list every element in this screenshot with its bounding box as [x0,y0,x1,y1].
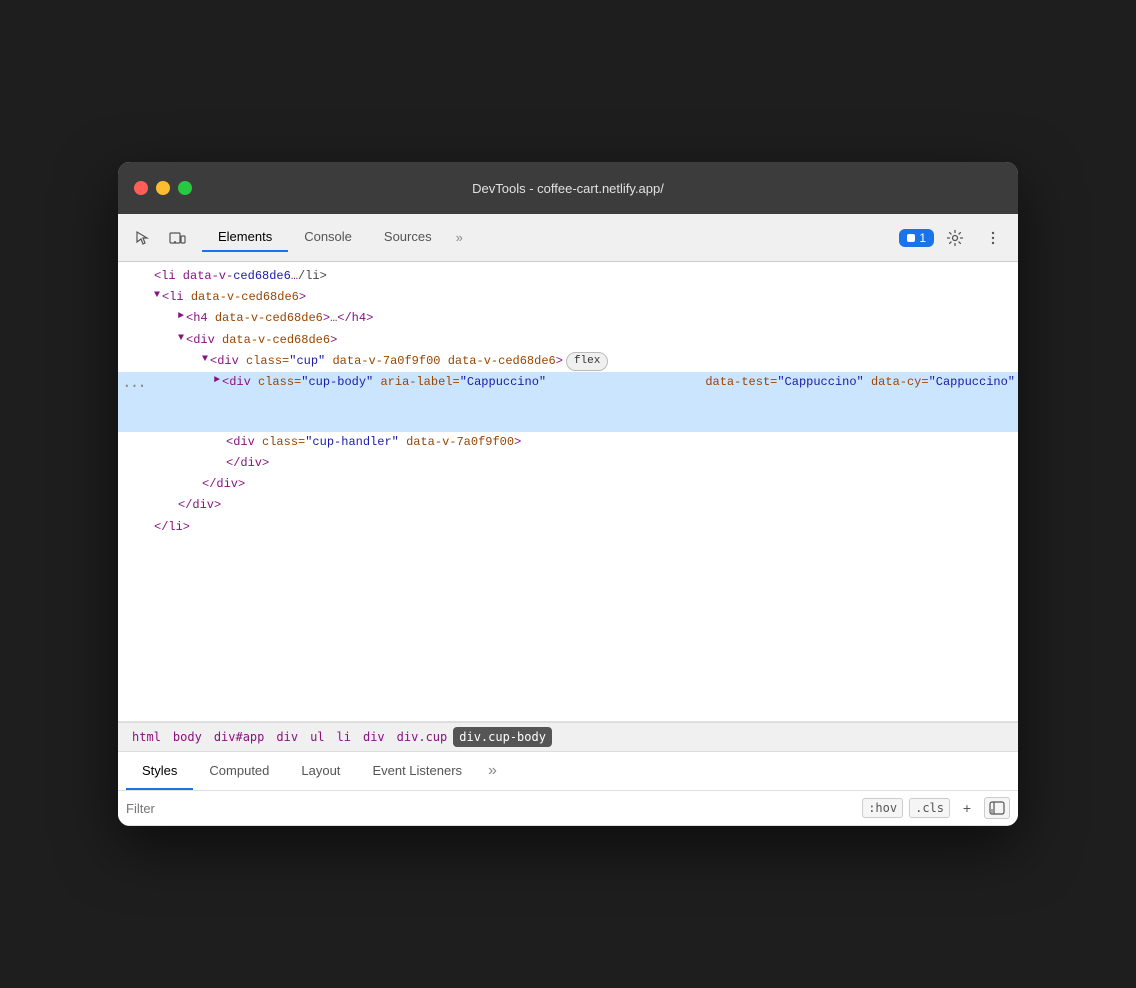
breadcrumb-body[interactable]: body [167,727,208,747]
flex-badge-cup[interactable]: flex [566,352,608,372]
tab-styles[interactable]: Styles [126,753,193,790]
main-tabs: Elements Console Sources » [202,223,899,252]
panel-toggle-icon[interactable] [984,797,1010,819]
dom-line-h4: ► <h4 data-v-ced68de6 > … </h4> [118,308,1018,329]
tab-event-listeners[interactable]: Event Listeners [356,753,478,790]
filter-input[interactable] [126,801,856,816]
dom-tree[interactable]: <li data-v-ced68de6…/li> ▼ <li data-v-ce… [118,262,1018,722]
breadcrumb-bar: html body div#app div ul li div div.cup … [118,722,1018,752]
notification-badge[interactable]: 1 [899,229,934,247]
breadcrumb-divapp[interactable]: div#app [208,727,271,747]
tab-sources[interactable]: Sources [368,223,448,252]
dom-line-close-li: </li> [118,517,1018,538]
breadcrumb-li[interactable]: li [331,727,357,747]
close-button[interactable] [134,181,148,195]
more-menu-icon[interactable] [976,221,1010,255]
chat-icon [907,234,915,242]
hov-button[interactable]: :hov [862,798,903,818]
triangle-h4[interactable]: ► [178,309,184,325]
settings-icon[interactable] [938,221,972,255]
tab-console[interactable]: Console [288,223,368,252]
tab-computed[interactable]: Computed [193,753,285,790]
filter-bar: :hov .cls + [118,791,1018,826]
triangle-div-cup-body[interactable]: ► [214,373,220,389]
window-title: DevTools - coffee-cart.netlify.app/ [472,181,664,196]
dom-line-div-cup-handler: <div class="cup-handler" data-v-7a0f9f00… [118,432,1018,453]
breadcrumb-div1[interactable]: div [270,727,304,747]
dom-line-div-cup-body[interactable]: ··· ► <div class="cup-body" aria-label="… [118,372,1018,432]
triangle-div-cup[interactable]: ▼ [202,352,208,368]
selection-dots: ··· [122,374,145,400]
add-style-icon[interactable]: + [956,797,978,819]
styles-more-tabs[interactable]: » [482,752,503,790]
dom-line-close-2: </div> [118,474,1018,495]
maximize-button[interactable] [178,181,192,195]
triangle-div-outer[interactable]: ▼ [178,331,184,347]
device-toggle-icon[interactable] [160,221,194,255]
dom-line-li: ▼ <li data-v-ced68de6 > [118,287,1018,308]
cls-button[interactable]: .cls [909,798,950,818]
toolbar: Elements Console Sources » 1 [118,214,1018,262]
tab-elements[interactable]: Elements [202,223,288,252]
titlebar: DevTools - coffee-cart.netlify.app/ [118,162,1018,214]
minimize-button[interactable] [156,181,170,195]
more-tabs-button[interactable]: » [448,224,471,251]
toolbar-right: 1 [899,221,1010,255]
breadcrumb-divcupbody[interactable]: div.cup-body [453,727,552,747]
dom-line-div-cup: ▼ <div class="cup" data-v-7a0f9f00 data-… [118,351,1018,373]
triangle-li[interactable]: ▼ [154,288,160,304]
dom-line-close-1: </div> [118,453,1018,474]
dom-line-div-outer: ▼ <div data-v-ced68de6 > [118,330,1018,351]
dom-line-close-3: </div> [118,495,1018,516]
tab-layout[interactable]: Layout [285,753,356,790]
styles-panel: Styles Computed Layout Event Listeners »… [118,752,1018,826]
inspect-icon[interactable] [126,221,160,255]
breadcrumb-div2[interactable]: div [357,727,391,747]
breadcrumb-divcup[interactable]: div.cup [391,727,454,747]
notification-count: 1 [919,231,926,245]
breadcrumb-ul[interactable]: ul [304,727,330,747]
dom-line-top: <li data-v-ced68de6…/li> [118,266,1018,287]
breadcrumb-html[interactable]: html [126,727,167,747]
styles-tabs: Styles Computed Layout Event Listeners » [118,752,1018,791]
devtools-window: DevTools - coffee-cart.netlify.app/ Elem… [118,162,1018,826]
